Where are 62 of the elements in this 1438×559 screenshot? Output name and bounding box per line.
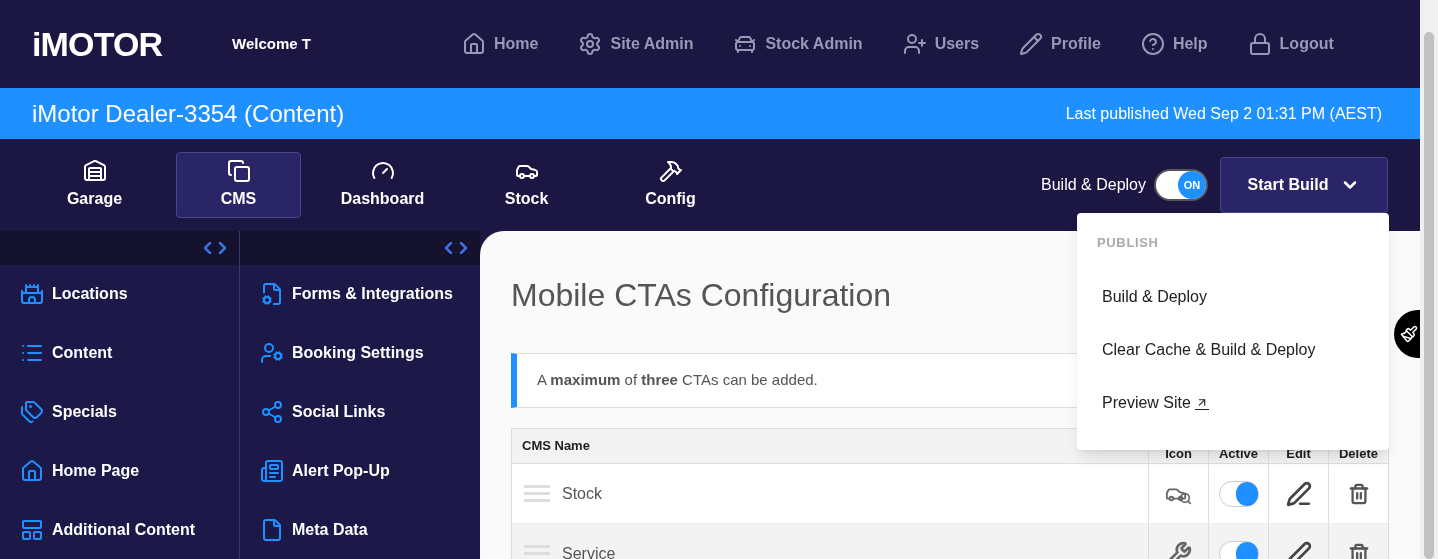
welcome-text: Welcome T bbox=[232, 33, 312, 54]
nav-link[interactable]: Site Admin bbox=[578, 32, 694, 56]
collapse-arrows-icon[interactable] bbox=[203, 241, 227, 254]
nav-link[interactable]: Stock Admin bbox=[733, 32, 863, 56]
drag-handle[interactable] bbox=[524, 485, 550, 502]
menu-item[interactable]: Build & Deploy bbox=[1102, 285, 1207, 309]
delete-icon[interactable] bbox=[1347, 542, 1370, 559]
sidebar-item[interactable]: Additional Content bbox=[0, 500, 239, 559]
module-tab[interactable]: Dashboard bbox=[320, 152, 445, 218]
last-published-text: Last published Wed Sep 2 01:31 PM (AEST) bbox=[1065, 103, 1383, 124]
sidebar-item[interactable]: Specials bbox=[0, 382, 239, 442]
tag-icon bbox=[20, 399, 44, 424]
gear-icon bbox=[578, 32, 603, 56]
nav-link[interactable]: Home bbox=[462, 32, 539, 56]
nav-link[interactable]: Logout bbox=[1247, 32, 1334, 56]
user-plus-icon bbox=[902, 32, 927, 56]
module-tab[interactable]: Garage bbox=[32, 152, 157, 218]
toggle-switch[interactable] bbox=[1218, 540, 1259, 559]
pencil-icon bbox=[1019, 32, 1044, 56]
sidebar-item[interactable]: Forms & Integrations bbox=[240, 264, 480, 324]
garage-icon bbox=[82, 159, 107, 183]
logo[interactable]: iMOTOR bbox=[32, 18, 232, 70]
delete-icon[interactable] bbox=[1347, 482, 1370, 505]
share-icon bbox=[260, 399, 284, 424]
help-icon bbox=[1140, 32, 1165, 56]
file-icon bbox=[260, 517, 284, 542]
panel-icon bbox=[20, 517, 44, 542]
edit-icon[interactable] bbox=[1285, 480, 1312, 507]
toggle-label: Build & Deploy bbox=[1041, 175, 1146, 195]
start-build-button[interactable]: Start Build bbox=[1220, 157, 1388, 213]
page-title: Mobile CTAs Configuration bbox=[511, 276, 891, 315]
sidebar-item[interactable]: Social Links bbox=[240, 382, 480, 442]
sidebar-item[interactable]: Booking Settings bbox=[240, 323, 480, 383]
toggle-switch[interactable] bbox=[1218, 480, 1259, 507]
cta-name: Stock bbox=[562, 483, 602, 504]
site-title: iMotor Dealer-3354 (Content) bbox=[32, 98, 345, 129]
module-tab[interactable]: CMS bbox=[176, 152, 301, 218]
tools-icon bbox=[658, 159, 683, 183]
nav-link[interactable]: Profile bbox=[1019, 32, 1101, 56]
brush-icon bbox=[1400, 325, 1418, 343]
collapse-arrows-icon[interactable] bbox=[444, 241, 468, 254]
person-gear-icon bbox=[260, 340, 284, 365]
house-icon bbox=[20, 458, 44, 483]
nav-link[interactable]: Help bbox=[1140, 32, 1208, 56]
lock-icon bbox=[1247, 32, 1272, 56]
column-header: CMS Name bbox=[521, 437, 591, 456]
document-icon bbox=[260, 458, 284, 483]
sidebar-item[interactable]: Content bbox=[0, 323, 239, 383]
nav-link[interactable]: Users bbox=[902, 32, 980, 56]
sidebar-item[interactable]: Meta Data bbox=[240, 500, 480, 559]
cta-name: Service bbox=[562, 543, 616, 559]
module-tab[interactable]: Stock bbox=[464, 152, 589, 218]
scrollbar[interactable] bbox=[1420, 0, 1438, 559]
sidebar-item[interactable]: Home Page bbox=[0, 441, 239, 501]
form-gear-icon bbox=[260, 281, 284, 306]
home-icon bbox=[462, 32, 486, 56]
menu-heading: PUBLISH bbox=[1096, 234, 1160, 252]
pages-icon bbox=[226, 159, 251, 183]
sidebar-item[interactable]: Locations bbox=[0, 264, 239, 324]
sidebar-item[interactable]: Alert Pop-Up bbox=[240, 441, 480, 501]
castle-icon bbox=[20, 281, 44, 306]
module-tab[interactable]: Config bbox=[608, 152, 733, 218]
